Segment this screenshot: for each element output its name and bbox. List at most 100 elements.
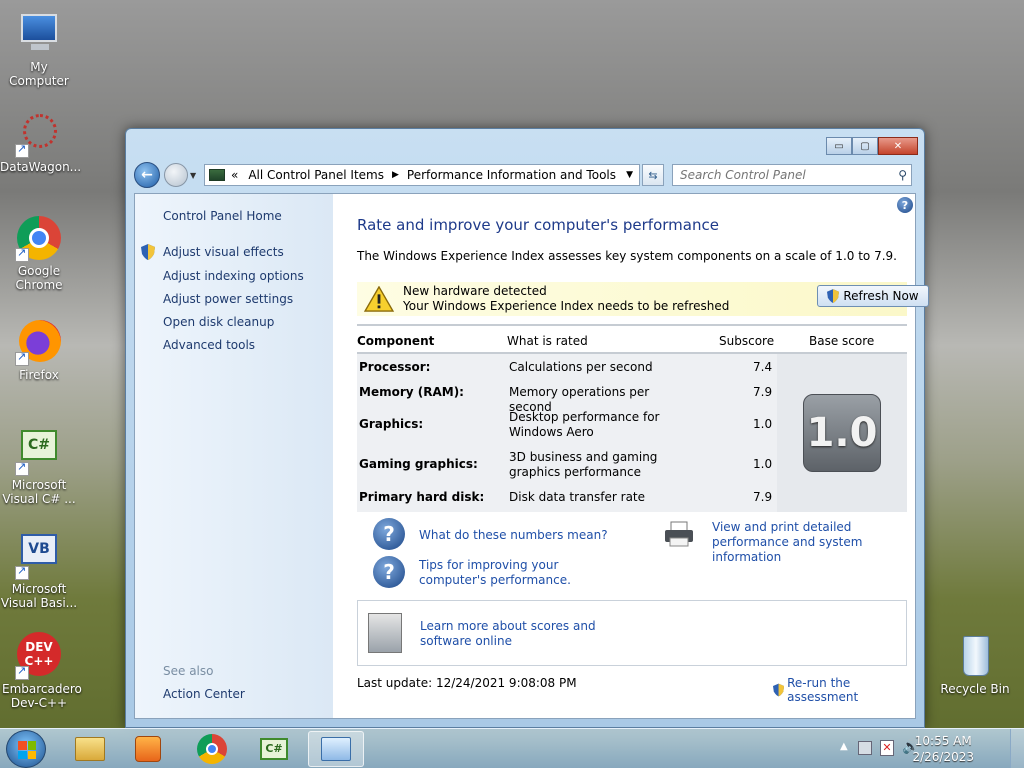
computer-icon	[15, 10, 63, 58]
see-also-heading: See also	[163, 664, 214, 678]
address-dropdown-icon[interactable]: ▼	[620, 170, 639, 180]
question-icon: ?	[373, 518, 405, 550]
view-print-details-link[interactable]: View and print detailed performance and …	[712, 520, 912, 565]
table-header: Component What is rated Subscore Base sc…	[357, 324, 907, 354]
show-hidden-icons[interactable]: ▲	[840, 741, 848, 752]
rated-cell: 3D business and gaming graphics performa…	[509, 450, 658, 479]
taskbar-media-player[interactable]	[120, 731, 176, 767]
system-tray: ▲ ✕ 🔊 10:55 AM 2/26/2023	[834, 729, 1024, 768]
taskbar-explorer[interactable]	[62, 731, 118, 767]
window-controls: ▭ ▢ ✕	[826, 137, 918, 155]
taskbar-visual-csharp[interactable]: C#	[246, 731, 302, 767]
minimize-button[interactable]: ▭	[826, 137, 852, 155]
alert-message: Your Windows Experience Index needs to b…	[403, 299, 730, 313]
learn-more-link[interactable]: Learn more about scores and software onl…	[420, 619, 630, 649]
address-prefix[interactable]: «	[231, 168, 238, 182]
software-box-icon	[368, 613, 402, 653]
adjust-visual-effects-link[interactable]: Adjust visual effects	[163, 245, 284, 259]
desktop-icon-dev-cpp[interactable]: DEVC++ Embarcadero Dev-C++	[0, 632, 82, 710]
what-numbers-mean-link[interactable]: What do these numbers mean?	[419, 528, 608, 543]
advanced-tools-link[interactable]: Advanced tools	[163, 338, 255, 352]
subscore-cell: 7.4	[753, 360, 773, 374]
search-box[interactable]: ⚲	[672, 164, 912, 186]
help-icon[interactable]: ?	[897, 197, 913, 213]
action-center-icon[interactable]: ✕	[880, 740, 894, 756]
clock[interactable]: 10:55 AM 2/26/2023	[912, 733, 974, 765]
breadcrumb-separator-icon[interactable]: ▶	[392, 170, 399, 180]
shortcut-arrow-icon	[15, 246, 29, 262]
component-cell: Gaming graphics:	[359, 457, 478, 471]
recycle-bin-icon	[951, 632, 999, 680]
search-input[interactable]	[680, 168, 890, 182]
header-subscore: Subscore	[719, 334, 775, 348]
desktop-icon-recycle-bin[interactable]: Recycle Bin	[936, 632, 1014, 696]
uac-shield-icon	[827, 289, 840, 303]
content-area: Control Panel Home Adjust visual effects…	[134, 193, 929, 719]
uac-shield-icon	[141, 244, 155, 260]
network-icon[interactable]	[858, 741, 872, 755]
recent-pages-dropdown[interactable]: ▼	[190, 171, 200, 180]
open-disk-cleanup-link[interactable]: Open disk cleanup	[163, 315, 274, 329]
desktop-icon-label: Microsoft Visual Basi...	[0, 582, 78, 610]
maximize-button[interactable]: ▢	[852, 137, 878, 155]
desktop-icon-visual-basic[interactable]: VB Microsoft Visual Basi...	[0, 532, 78, 610]
rerun-assessment-link[interactable]: Re-run the assessment	[773, 676, 915, 704]
shortcut-arrow-icon	[15, 350, 29, 366]
subscore-cell: 1.0	[753, 417, 773, 431]
left-pane: Control Panel Home Adjust visual effects…	[135, 194, 333, 718]
learn-more-box: Learn more about scores and software onl…	[357, 600, 907, 666]
desktop-icon-label: Google Chrome	[15, 264, 63, 292]
action-center-link[interactable]: Action Center	[163, 687, 245, 701]
taskbar-chrome[interactable]	[184, 731, 240, 767]
breadcrumb-performance[interactable]: Performance Information and Tools	[407, 168, 616, 182]
warning-icon	[363, 286, 395, 312]
page-description: The Windows Experience Index assesses ke…	[357, 249, 897, 263]
adjust-power-settings-link[interactable]: Adjust power settings	[163, 292, 293, 306]
address-bar[interactable]: « All Control Panel Items ▶ Performance …	[204, 164, 640, 186]
control-panel-home-link[interactable]: Control Panel Home	[163, 209, 282, 223]
search-icon[interactable]: ⚲	[898, 168, 907, 182]
csharp-icon: C#	[15, 428, 63, 476]
desktop-icon-firefox[interactable]: Firefox	[0, 318, 78, 382]
media-player-icon	[135, 736, 161, 762]
shortcut-arrow-icon	[15, 664, 29, 680]
back-button[interactable]: ←	[134, 162, 160, 188]
component-cell: Graphics:	[359, 417, 424, 431]
desktop-icon-datawagon[interactable]: DataWagon...	[0, 110, 82, 174]
rated-cell: Desktop performance for Windows Aero	[509, 410, 660, 439]
refresh-now-button[interactable]: Refresh Now	[817, 285, 929, 307]
start-button[interactable]	[6, 730, 46, 768]
desktop-icon-google-chrome[interactable]: Google Chrome	[0, 214, 78, 292]
rated-cell: Disk data transfer rate	[509, 490, 646, 504]
datawagon-icon	[15, 110, 63, 158]
refresh-button[interactable]: ⇆	[642, 164, 664, 186]
desktop-icon-my-computer[interactable]: My Computer	[0, 10, 78, 88]
base-score-badge: 1.0	[803, 394, 881, 472]
taskbar-control-panel[interactable]	[308, 731, 364, 767]
tips-improving-link[interactable]: Tips for improving your computer's perfo…	[419, 558, 629, 588]
base-score-panel: 1.0	[777, 354, 907, 512]
page-title: Rate and improve your computer's perform…	[357, 216, 719, 234]
rerun-label: Re-run the assessment	[787, 676, 859, 704]
csharp-icon: C#	[260, 738, 288, 760]
header-what-is-rated: What is rated	[507, 334, 588, 348]
control-panel-icon	[209, 169, 225, 181]
refresh-now-label: Refresh Now	[843, 289, 919, 303]
desktop-icon-label: DataWagon...	[0, 160, 82, 174]
clock-date: 2/26/2023	[912, 750, 974, 764]
printer-icon	[665, 521, 693, 547]
firefox-icon	[15, 318, 63, 366]
windows-logo-icon	[18, 741, 36, 759]
score-table: Component What is rated Subscore Base sc…	[357, 324, 907, 512]
alert-title: New hardware detected	[403, 284, 547, 298]
breadcrumb-all-items[interactable]: All Control Panel Items	[248, 168, 384, 182]
component-cell: Memory (RAM):	[359, 385, 464, 399]
arrow-left-icon: ←	[141, 167, 153, 183]
adjust-indexing-options-link[interactable]: Adjust indexing options	[163, 269, 304, 283]
forward-button[interactable]	[164, 163, 188, 187]
dev-cpp-icon: DEV C++	[15, 632, 63, 680]
close-button[interactable]: ✕	[878, 137, 918, 155]
show-desktop-button[interactable]	[1010, 729, 1024, 768]
desktop-icon-label: Embarcadero Dev-C++	[2, 682, 82, 710]
desktop-icon-visual-csharp[interactable]: C# Microsoft Visual C# ...	[0, 428, 78, 506]
